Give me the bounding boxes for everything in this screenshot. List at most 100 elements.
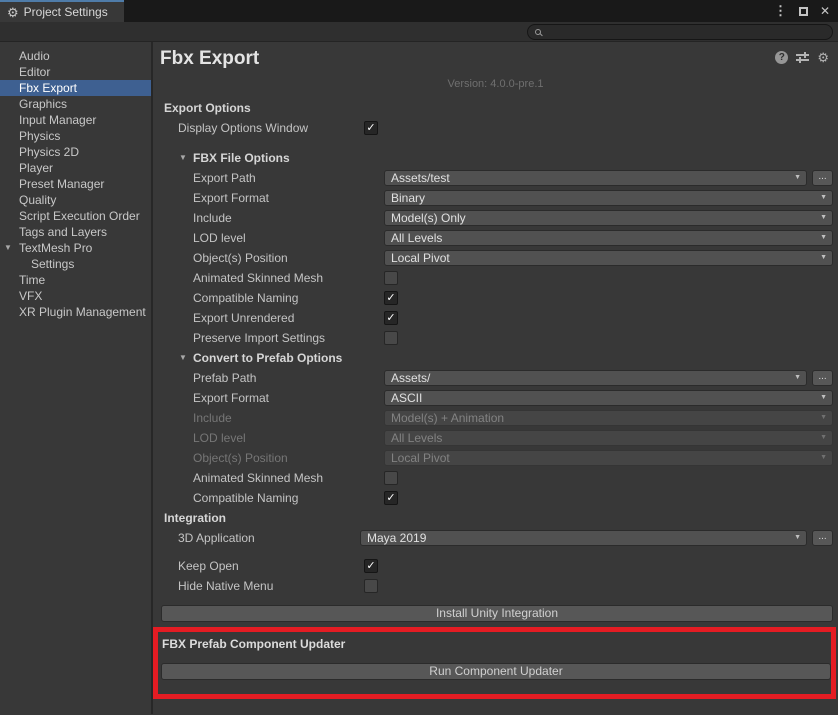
dropdown-value: All Levels	[391, 432, 442, 445]
checkbox[interactable]: ✓	[384, 311, 398, 325]
dropdown[interactable]: ASCII ▼	[384, 390, 833, 406]
sidebar-item-vfx[interactable]: VFX	[0, 288, 151, 304]
dropdown[interactable]: Assets/test ▼	[384, 170, 807, 186]
foldout-row-convert-to-prefab-options: ▼ Convert to Prefab Options	[153, 348, 838, 368]
gear-icon: ⚙	[7, 6, 19, 19]
dropdown-value: Local Pivot	[391, 252, 450, 265]
dropdown-value: Model(s) + Animation	[391, 412, 504, 425]
sidebar-item-editor[interactable]: Editor	[0, 64, 151, 80]
checkbox-row-preserve-import-settings: Preserve Import Settings	[153, 328, 838, 348]
dropdown-row-include: Include Model(s) + Animation▼	[153, 408, 838, 428]
sidebar-item-preset-manager[interactable]: Preset Manager	[0, 176, 151, 192]
chevron-down-icon: ▼	[794, 534, 801, 541]
sidebar-item-label: Physics	[19, 129, 60, 143]
settings-gear-icon[interactable]: ⚙	[817, 51, 829, 64]
dropdown[interactable]: Local Pivot▼	[384, 250, 833, 266]
sidebar-item-fbx-export[interactable]: Fbx Export	[0, 80, 151, 96]
sidebar-item-label: Audio	[19, 49, 50, 63]
foldout-triangle-icon[interactable]: ▼	[179, 353, 187, 362]
install-unity-integration-button[interactable]: Install Unity Integration	[161, 605, 833, 622]
maximize-icon[interactable]	[799, 7, 808, 16]
titlebar: ⚙ Project Settings ⋮ ✕	[0, 0, 838, 22]
section-label: Integration	[164, 511, 226, 525]
section-row-integration: Integration	[153, 508, 838, 528]
sidebar-item-graphics[interactable]: Graphics	[0, 96, 151, 112]
sidebar-item-physics[interactable]: Physics	[0, 128, 151, 144]
chevron-down-icon: ▼	[820, 454, 827, 461]
help-icon[interactable]: ?	[775, 51, 788, 64]
updater-highlight: FBX Prefab Component Updater Run Compone…	[153, 627, 836, 699]
field-label: 3D Application	[178, 531, 255, 545]
preset-icon[interactable]	[796, 51, 809, 64]
checkbox[interactable]	[384, 271, 398, 285]
sidebar-item-xr-plugin-management[interactable]: XR Plugin Management	[0, 304, 151, 320]
browse-button[interactable]: ...	[812, 370, 833, 386]
dropdown[interactable]: Assets/▼	[384, 370, 807, 386]
close-icon[interactable]: ✕	[820, 4, 830, 18]
sidebar-item-audio[interactable]: Audio	[0, 48, 151, 64]
sidebar-item-textmesh-pro[interactable]: ▼TextMesh Pro	[0, 240, 151, 256]
field-label: Compatible Naming	[193, 491, 298, 505]
sidebar-item-label: Preset Manager	[19, 177, 104, 191]
checkbox[interactable]	[384, 471, 398, 485]
sidebar-item-script-execution-order[interactable]: Script Execution Order	[0, 208, 151, 224]
chevron-down-icon: ▼	[794, 374, 801, 381]
browse-button[interactable]: ...	[812, 530, 833, 546]
field-label: Hide Native Menu	[178, 579, 273, 593]
dropdown-value: Local Pivot	[391, 452, 450, 465]
sidebar-item-tags-and-layers[interactable]: Tags and Layers	[0, 224, 151, 240]
sidebar-item-input-manager[interactable]: Input Manager	[0, 112, 151, 128]
window-menu-icon[interactable]: ⋮	[774, 3, 787, 19]
field-label: Export Path	[193, 171, 256, 185]
sidebar-item-label: XR Plugin Management	[19, 305, 146, 319]
dropdown[interactable]: Binary▼	[384, 190, 833, 206]
field-label: Export Format	[193, 191, 269, 205]
dropdown[interactable]: Model(s) Only▼	[384, 210, 833, 226]
sidebar-item-player[interactable]: Player	[0, 160, 151, 176]
foldout-triangle-icon[interactable]: ▼	[179, 153, 187, 162]
dropdown-row-include: IncludeModel(s) Only▼	[153, 208, 838, 228]
chevron-down-icon: ▼	[820, 194, 827, 201]
dropdown-row-export-path: Export Path Assets/test ▼...	[153, 168, 838, 188]
field-label: Include	[193, 411, 232, 425]
main-header: Fbx Export ? ⚙	[153, 42, 838, 76]
checkbox[interactable]	[384, 331, 398, 345]
sidebar-item-label: Script Execution Order	[19, 209, 140, 223]
search-input[interactable]	[545, 26, 832, 38]
dropdown[interactable]: Maya 2019▼	[360, 530, 807, 546]
field-label: Animated Skinned Mesh	[193, 271, 323, 285]
dropdown-value: ASCII	[391, 392, 422, 405]
chevron-down-icon: ▼	[820, 394, 827, 401]
dropdown: Model(s) + Animation▼	[384, 410, 833, 426]
field-label: LOD level	[193, 231, 246, 245]
search-box[interactable]	[527, 24, 833, 40]
checkbox[interactable]: ✓	[364, 121, 378, 135]
checkbox[interactable]: ✓	[384, 491, 398, 505]
sidebar-item-label: Settings	[31, 257, 74, 271]
dropdown[interactable]: All Levels▼	[384, 230, 833, 246]
sidebar-item-quality[interactable]: Quality	[0, 192, 151, 208]
checkbox[interactable]: ✓	[384, 291, 398, 305]
chevron-down-icon: ▼	[794, 174, 801, 181]
checkbox-row-compatible-naming: Compatible Naming ✓	[153, 288, 838, 308]
sidebar-item-settings[interactable]: Settings	[0, 256, 151, 272]
foldout-label[interactable]: Convert to Prefab Options	[193, 351, 342, 365]
foldout-label[interactable]: FBX File Options	[193, 151, 290, 165]
dropdown-row-3d-application: 3D Application Maya 2019▼...	[153, 528, 838, 548]
checkbox[interactable]: ✓	[364, 559, 378, 573]
field-label: Compatible Naming	[193, 291, 298, 305]
dropdown-row-object-s-position: Object(s) PositionLocal Pivot▼	[153, 248, 838, 268]
checkbox[interactable]	[364, 579, 378, 593]
browse-button[interactable]: ...	[812, 170, 833, 186]
tab-title: Project Settings	[24, 5, 108, 19]
sidebar-item-label: Fbx Export	[19, 81, 77, 95]
window-controls: ⋮ ✕	[774, 0, 830, 22]
chevron-expanded-icon[interactable]: ▼	[4, 240, 12, 256]
sidebar-item-physics-2d[interactable]: Physics 2D	[0, 144, 151, 160]
tab-project-settings[interactable]: ⚙ Project Settings	[0, 0, 124, 22]
sidebar-item-time[interactable]: Time	[0, 272, 151, 288]
sidebar-list: AudioEditorFbx ExportGraphicsInput Manag…	[0, 42, 153, 714]
checkbox-row-compatible-naming: Compatible Naming ✓	[153, 488, 838, 508]
run-component-updater-button[interactable]: Run Component Updater	[161, 663, 831, 680]
dropdown-value: Assets/test	[391, 172, 450, 185]
